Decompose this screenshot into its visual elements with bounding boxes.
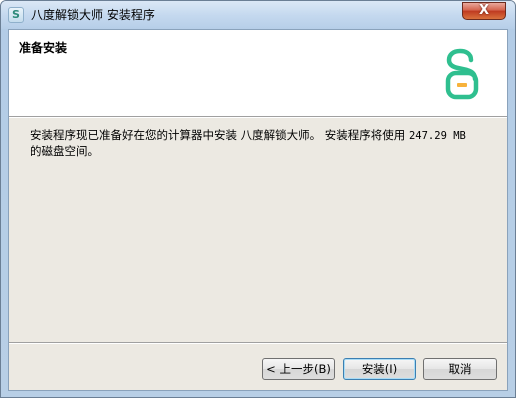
header-divider-highlight [9, 117, 507, 118]
ready-message: 安装程序现已准备好在您的计算器中安装 八度解锁大师。 安装程序将使用 247.2… [30, 128, 498, 159]
page-title: 准备安装 [19, 41, 68, 55]
header-panel: 准备安装 [9, 30, 507, 116]
close-icon: X [478, 3, 490, 18]
message-text-end: 的磁盘空间。 [30, 144, 99, 158]
app-icon: S [8, 7, 24, 23]
unlock-s-logo-icon [445, 48, 479, 100]
back-button[interactable]: < 上一步(B) [262, 358, 335, 380]
cancel-button[interactable]: 取消 [423, 358, 497, 380]
app-icon-glyph: S [12, 8, 20, 21]
logo-keyhole [457, 83, 467, 87]
installer-client-area: 准备安装 安装程序现已准备好在您的计算器中安装 八度解锁大师。 安装程序将使用 … [8, 29, 508, 391]
close-button[interactable]: X [462, 2, 506, 20]
window-title: 八度解锁大师 安装程序 [31, 8, 155, 22]
message-text: 安装程序现已准备好在您的计算器中安装 八度解锁大师。 安装程序将使用 [30, 128, 409, 142]
footer-divider-highlight [9, 343, 507, 344]
install-button[interactable]: 安装(I) [343, 358, 416, 380]
disk-space-value: 247.29 MB [408, 130, 466, 142]
installer-window: S 八度解锁大师 安装程序 X 准备安装 安装程序现已准备好在您的计算器中安装 … [0, 0, 516, 398]
title-bar[interactable]: S 八度解锁大师 安装程序 X [1, 1, 515, 29]
